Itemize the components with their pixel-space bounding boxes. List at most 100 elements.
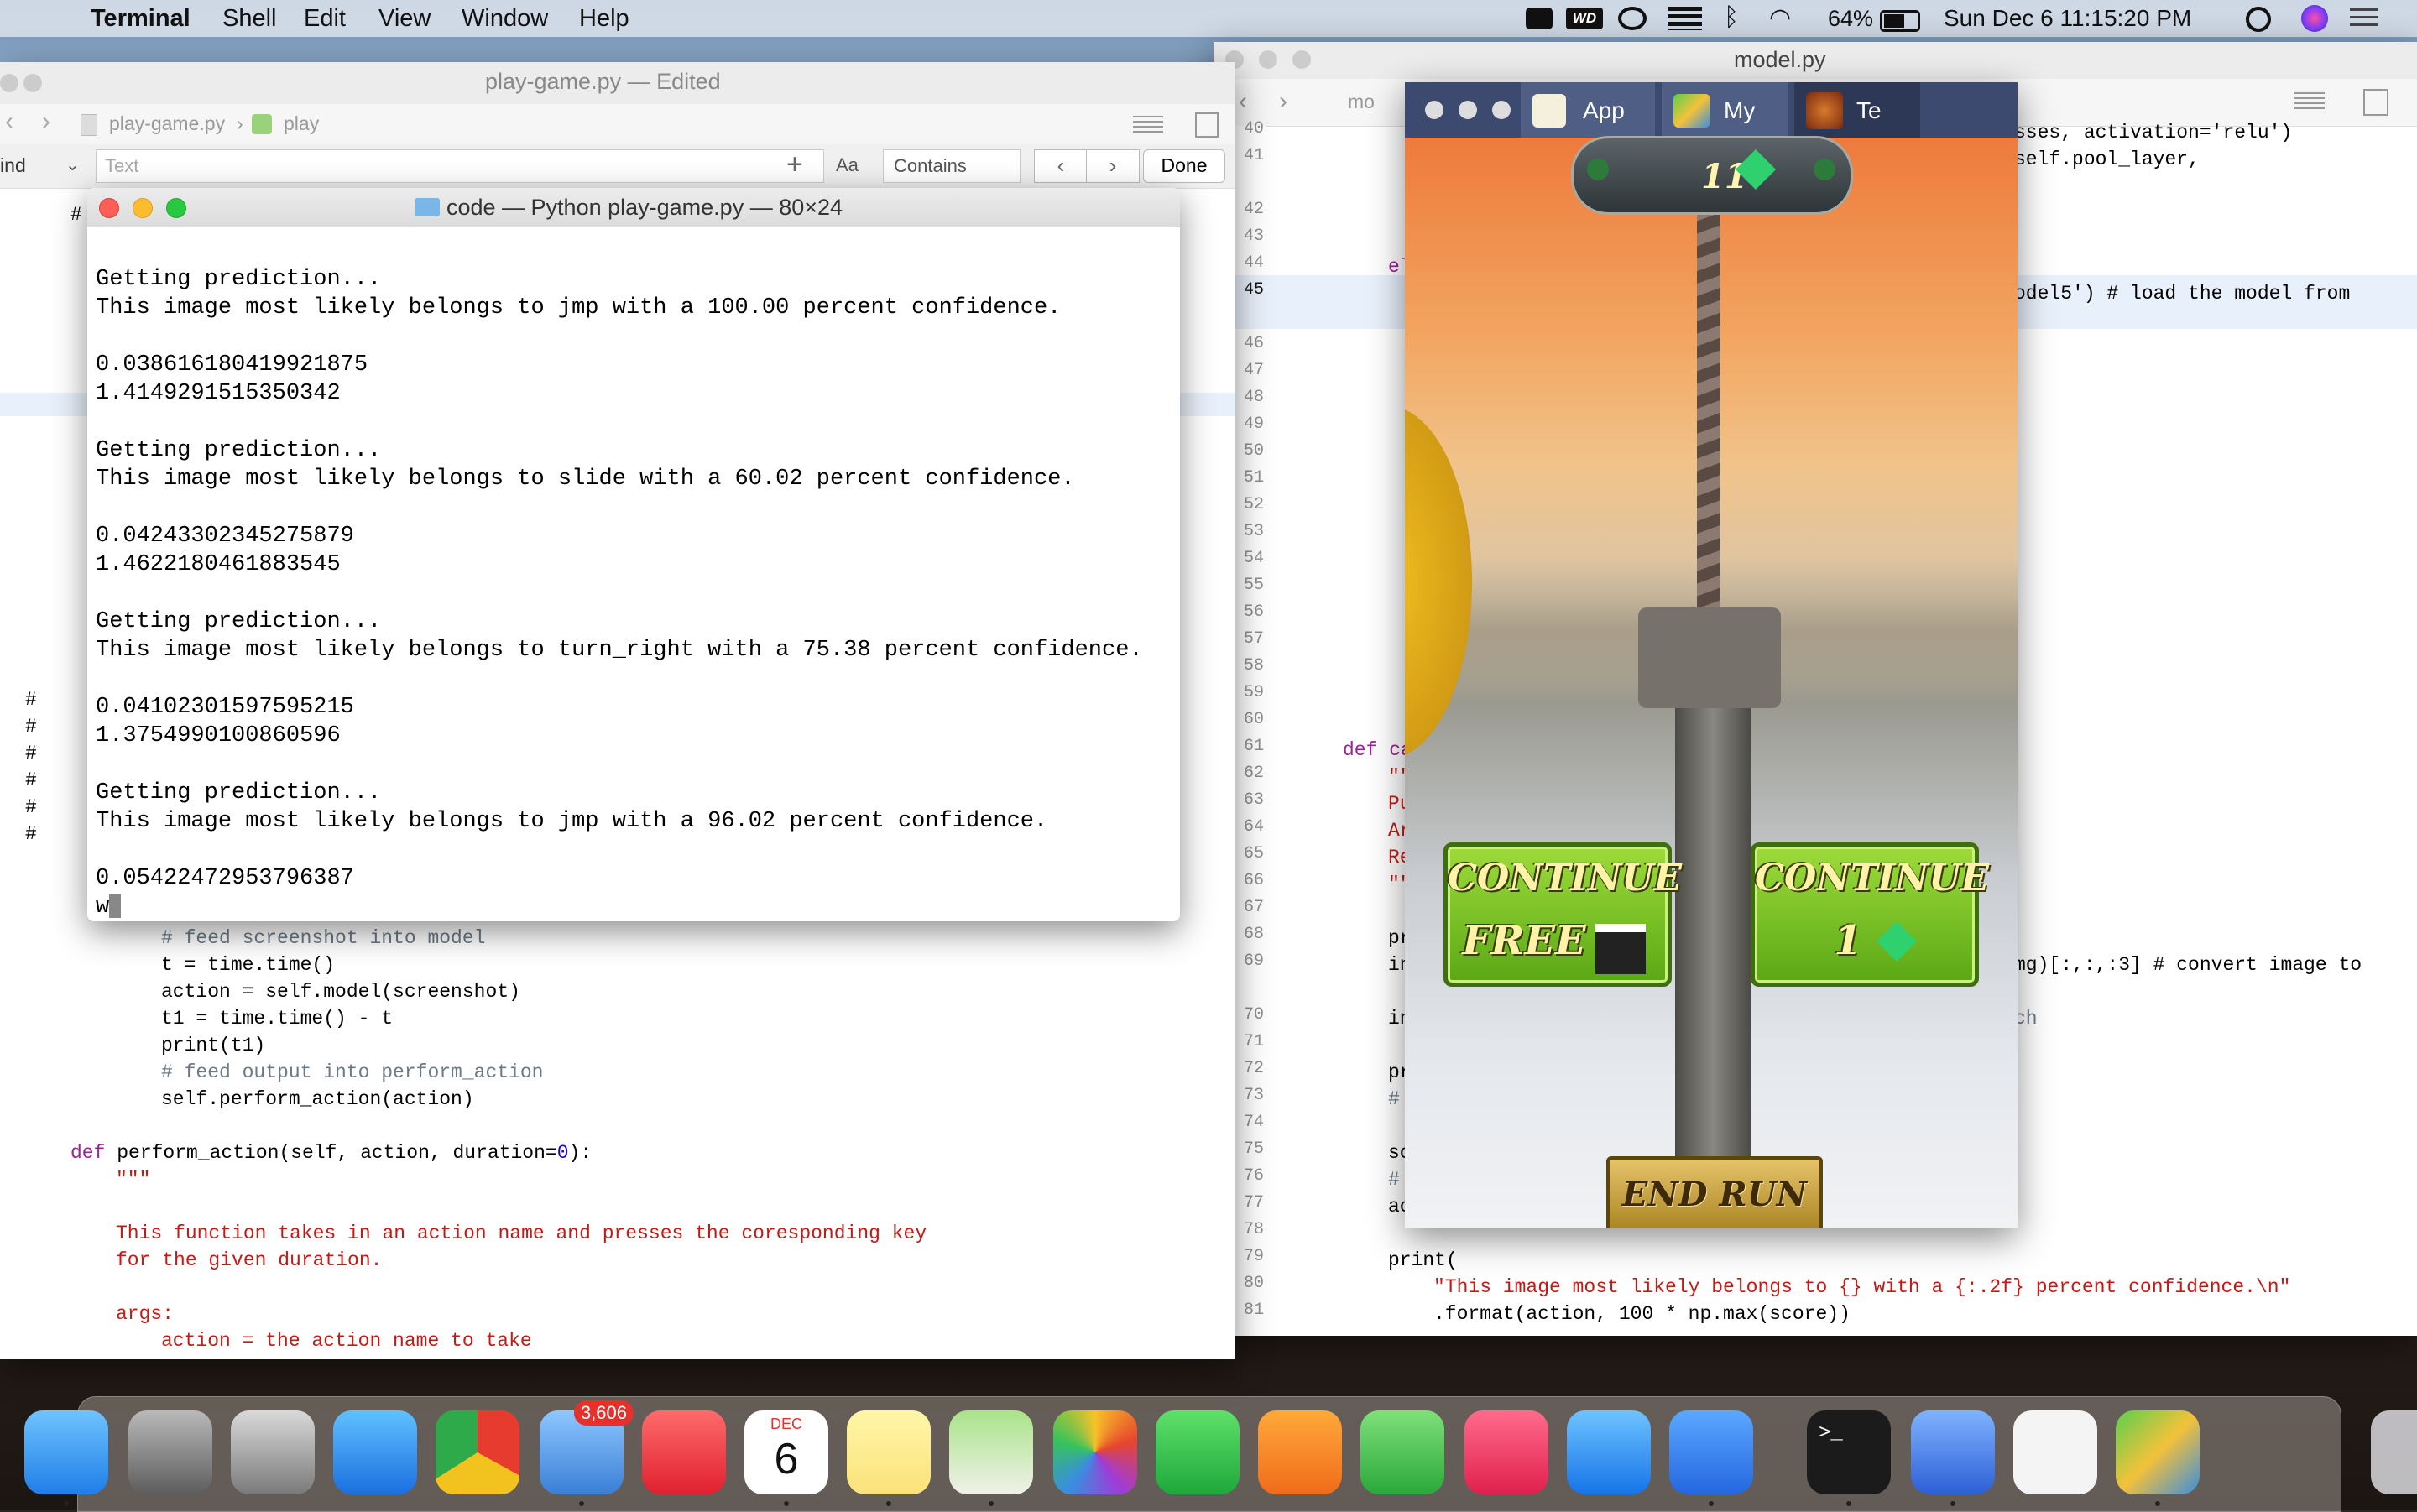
camera-icon[interactable]: [1526, 8, 1553, 29]
close-button[interactable]: [1425, 101, 1443, 119]
continue-free-button[interactable]: CONTINUE FREE: [1443, 842, 1683, 987]
xcode-icon[interactable]: [1911, 1410, 1995, 1494]
news-icon[interactable]: [642, 1410, 726, 1494]
terminal-icon[interactable]: >_: [1807, 1410, 1891, 1494]
wd-icon[interactable]: WD: [1566, 8, 1603, 29]
breadcrumb-file[interactable]: play-game.py: [109, 112, 225, 135]
battery-percent[interactable]: 64%: [1828, 5, 1873, 32]
mail-icon[interactable]: 3,606: [540, 1400, 634, 1494]
code-line-80: "This image most likely belongs to {} wi…: [1433, 1276, 2291, 1298]
spotlight-search-icon[interactable]: [2246, 7, 2271, 32]
safari-icon[interactable]: [333, 1410, 417, 1494]
zoom-icon[interactable]: [1669, 1410, 1753, 1494]
menu-app-name[interactable]: Terminal: [91, 5, 191, 32]
find-input[interactable]: Text +: [96, 149, 824, 183]
system-preferences-icon[interactable]: [128, 1410, 212, 1494]
battery-icon[interactable]: [1880, 10, 1920, 32]
find-previous-button[interactable]: ‹: [1034, 149, 1088, 183]
comment-mark: #: [25, 743, 37, 764]
split-editor-icon[interactable]: [1195, 112, 1219, 138]
menu-window[interactable]: Window: [462, 5, 548, 32]
bluetooth-icon[interactable]: ᛒ: [1724, 3, 1739, 32]
breadcrumb-file[interactable]: mo: [1348, 91, 1375, 113]
minimize-button[interactable]: [1259, 50, 1277, 69]
terminal-line: 0.05422472953796387: [96, 866, 354, 891]
chrome-icon[interactable]: [436, 1410, 519, 1494]
terminal-line: 0.038616180419921875: [96, 352, 368, 378]
close-button[interactable]: [99, 198, 119, 218]
notification-center-icon[interactable]: [2350, 8, 2378, 29]
menu-edit[interactable]: Edit: [304, 5, 346, 32]
forward-icon[interactable]: ›: [1279, 87, 1287, 116]
find-placeholder: Text: [105, 155, 139, 176]
menu-view[interactable]: View: [378, 5, 431, 32]
back-icon[interactable]: ‹: [1239, 87, 1247, 116]
photos-icon[interactable]: [1053, 1410, 1137, 1494]
tab-my-apps[interactable]: My: [1662, 82, 1788, 138]
trash-icon[interactable]: [2371, 1410, 2417, 1494]
add-pattern-icon[interactable]: +: [786, 149, 803, 181]
code-line: action = self.model(screenshot): [161, 981, 520, 1003]
match-case-button[interactable]: Aa: [836, 154, 859, 176]
app-store-icon[interactable]: [1567, 1410, 1651, 1494]
game-scene[interactable]: 11: [1405, 136, 2018, 1228]
split-editor-icon[interactable]: [2363, 89, 2388, 116]
sync-icon[interactable]: [1668, 7, 1702, 30]
end-run-button[interactable]: END RUN: [1606, 1156, 1823, 1228]
code-line: t = time.time(): [161, 954, 336, 976]
folder-icon: [415, 198, 440, 216]
bluestacks-icon[interactable]: [2116, 1410, 2200, 1494]
terminal-output[interactable]: Getting prediction... This image most lik…: [96, 237, 1170, 920]
rocket-icon[interactable]: [2218, 1410, 2302, 1494]
menu-shell[interactable]: Shell: [222, 5, 277, 32]
zoom-button[interactable]: [166, 198, 186, 218]
wifi-icon[interactable]: ◠: [1769, 3, 1791, 33]
breadcrumb-chevron-icon: ›: [237, 112, 243, 134]
numbers-icon[interactable]: [1360, 1410, 1444, 1494]
calendar-icon[interactable]: DEC 6: [744, 1410, 828, 1494]
breadcrumb-symbol[interactable]: play: [284, 112, 319, 135]
running-indicator: [2155, 1501, 2160, 1506]
match-type-select[interactable]: Contains: [883, 149, 1021, 183]
comment-mark: #: [25, 716, 37, 738]
notes-icon[interactable]: [847, 1410, 931, 1494]
editor-options-icon[interactable]: [1133, 116, 1163, 136]
finder-icon[interactable]: [24, 1410, 108, 1494]
find-next-button[interactable]: ›: [1086, 149, 1140, 183]
menu-help[interactable]: Help: [579, 5, 629, 32]
continue-free-line1: CONTINUE: [1448, 857, 1683, 899]
music-icon[interactable]: [1464, 1410, 1548, 1494]
back-icon[interactable]: ‹: [5, 107, 13, 136]
mail-badge: 3,606: [573, 1400, 634, 1426]
find-mode-select[interactable]: Find: [0, 154, 26, 177]
continue-gem-button[interactable]: CONTINUE 1: [1751, 842, 1989, 987]
facetime-icon[interactable]: [1156, 1410, 1240, 1494]
chevron-down-icon[interactable]: ⌄: [65, 154, 80, 175]
forward-icon[interactable]: ›: [42, 107, 50, 136]
siri-icon[interactable]: [2301, 5, 2328, 32]
minimize-button[interactable]: [23, 74, 42, 92]
maps-icon[interactable]: [949, 1410, 1033, 1494]
minimize-button[interactable]: [133, 198, 153, 218]
pages-icon[interactable]: [1258, 1410, 1342, 1494]
code-line-70b: ch: [2014, 1008, 2038, 1030]
emerald-icon: [1587, 159, 1609, 180]
terminal-line: 0.04243302345275879: [96, 524, 354, 549]
zoom-button[interactable]: [1292, 50, 1311, 69]
zoom-button[interactable]: [0, 74, 18, 92]
textedit-icon[interactable]: [2013, 1410, 2097, 1494]
creative-cloud-icon[interactable]: [1618, 7, 1647, 30]
launchpad-icon[interactable]: [231, 1410, 315, 1494]
tab-app-center[interactable]: App: [1521, 82, 1655, 138]
editor-options-icon[interactable]: [2294, 92, 2325, 112]
zoom-button[interactable]: [1492, 101, 1511, 119]
terminal-line: 0.04102301597595215: [96, 695, 354, 720]
clock[interactable]: Sun Dec 6 11:15:20 PM: [1944, 5, 2191, 32]
code-line-69b: mg)[:,:,:3] # convert image to: [2014, 954, 2362, 976]
minimize-button[interactable]: [1459, 101, 1477, 119]
terminal-line: This image most likely belongs to jmp wi…: [96, 809, 1048, 834]
tab-temple-run[interactable]: Te: [1794, 82, 1920, 138]
find-done-button[interactable]: Done: [1143, 149, 1225, 183]
